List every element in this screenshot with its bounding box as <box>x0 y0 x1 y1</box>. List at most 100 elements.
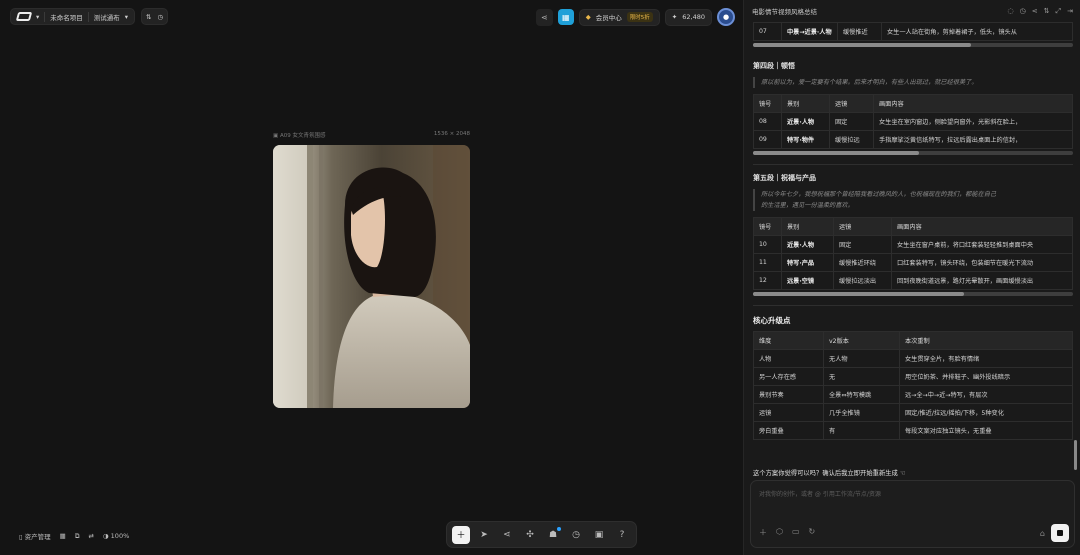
section4-table: 镜号 景别 运镜 画面内容 08 近景·人物 固定 女生坐在室内窗边，侧脸望向窗… <box>753 94 1073 149</box>
vertical-scrollbar[interactable] <box>1074 440 1077 470</box>
sidebar-icon: ▯ <box>19 533 23 541</box>
panel-header: 电影情节视频风格总结 ◌ ◷ ⋖ ⇅ ⤢ ⇥ <box>744 0 1080 22</box>
table-header: 镜号 景别 运镜 画面内容 <box>753 217 1073 236</box>
assistant-question: 这个方案你觉得可以吗？确认后我立即开始重新生成 ☜ <box>753 470 906 477</box>
table-header: 维度 v2版本 本次重制 <box>753 331 1073 350</box>
swap-icon[interactable]: ⇄ <box>88 532 93 540</box>
table-row: 10 近景·人物 固定 女生坐在窗户桌前，将口红套装轻轻推到桌面中央 <box>753 235 1073 254</box>
section5-quote: 所以今年七夕，我想祝福那个曾经陪我看过晚风的人，也祝福现在的我们，都能在自己 的… <box>753 189 1073 211</box>
clock-icon: ◷ <box>572 529 580 540</box>
table-row: 旁白重叠 有 每段文案对应独立镜头，无重叠 <box>753 421 1073 440</box>
puzzle-icon: ✣ <box>526 529 534 540</box>
asset-manager-button[interactable]: ▯ 资产管理 <box>19 531 51 541</box>
top-right-bar: ⋖ ▦ ◆ 会员中心 限时5折 ✦ 62,480 ● <box>535 8 735 26</box>
lock-icon[interactable]: ⌂ <box>1040 529 1045 538</box>
split-icon[interactable]: ⇅ <box>1044 7 1050 16</box>
image-node-size: 1536 × 2048 <box>433 131 470 137</box>
select-tool-button[interactable]: ➤ <box>475 526 493 544</box>
canvas-area[interactable]: ▾ 未命名项目 测试通布 ▾ ⇅ ◷ ⋖ ▦ ◆ 会员中心 限时5折 ✦ 62,… <box>0 0 743 555</box>
credits-button[interactable]: ✦ 62,480 <box>664 8 712 26</box>
stop-icon <box>1057 530 1063 536</box>
pointing-hand-icon: ☜ <box>899 470 906 477</box>
table-row: 12 远景·空镜 缓慢拉远淡出 回到夜晚街道远景，路灯光晕散开，画面缓慢淡出 <box>753 271 1073 290</box>
connect-tool-button[interactable]: ⋖ <box>498 526 516 544</box>
sort-icon[interactable]: ⇅ <box>146 13 151 21</box>
member-center-label: 会员中心 <box>595 14 622 22</box>
image-icon: ▣ <box>594 529 604 540</box>
folder-icon[interactable]: ▭ <box>792 527 800 538</box>
section5-table: 镜号 景别 运镜 画面内容 10 近景·人物 固定 女生坐在窗户桌前，将口红套装… <box>753 217 1073 290</box>
canvas-toolbar: ＋ ➤ ⋖ ✣ ☗ ◷ ▣ ? <box>446 521 637 548</box>
section4-quote: 原以前以为，爱一定要有个结果。后来才明白，有些人出现过，就已经很美了。 <box>753 77 1073 88</box>
add-node-button[interactable]: ＋ <box>452 525 470 544</box>
share-icon: ⋖ <box>503 529 511 540</box>
section3-table: 07 中景→近景·人物 缓慢推近 女生一人站在街角，剪掉着裙子，低头，镜头从 <box>753 22 1073 41</box>
section4-title: 第四段｜顿悟 <box>753 62 795 70</box>
chat-input-placeholder: 对我你的创作，或者 @ 引用工作流/节点/资源 <box>759 491 881 498</box>
chat-messages[interactable]: 07 中景→近景·人物 缓慢推近 女生一人站在街角，剪掉着裙子，低头，镜头从 第… <box>753 22 1073 462</box>
diamond-icon: ◆ <box>585 13 591 21</box>
table-row: 11 特写·产品 缓慢推近环绕 口红套装特写，镜头环绕，包装细节在暖光下流动 <box>753 253 1073 272</box>
apps-button[interactable]: ▦ <box>557 9 574 25</box>
table-row: 人物 无人物 女生贯穿全片，有脸有情绪 <box>753 349 1073 368</box>
collapse-panel-icon[interactable]: ⇥ <box>1067 7 1073 16</box>
share-icon: ⋖ <box>540 12 548 22</box>
help-button[interactable]: ? <box>613 526 631 544</box>
upgrade-section-title: 核心升级点 <box>753 316 791 325</box>
zoom-control[interactable]: ◑ 100% <box>103 532 129 540</box>
table-row: 运镜 几乎全推镜 固定/推近/拉远/摇拍/下移，5种变化 <box>753 403 1073 422</box>
zoom-icon: ◑ <box>102 532 109 540</box>
chevron-down-icon: ▾ <box>124 12 129 21</box>
chat-input[interactable]: 对我你的创作，或者 @ 引用工作流/节点/资源 ＋ ⬡ ▭ ↻ ⌂ <box>750 480 1075 548</box>
chat-panel: 电影情节视频风格总结 ◌ ◷ ⋖ ⇅ ⤢ ⇥ 07 中景→近景·人物 缓慢推近 … <box>743 0 1080 555</box>
horizontal-scrollbar[interactable] <box>753 151 1073 155</box>
member-center-button[interactable]: ◆ 会员中心 限时5折 <box>578 8 660 26</box>
avatar[interactable]: ● <box>717 8 735 26</box>
robot-tool-button[interactable]: ☗ <box>544 526 562 544</box>
robot-icon: ☗ <box>548 529 558 540</box>
refresh-icon[interactable]: ↻ <box>809 527 816 538</box>
help-icon: ? <box>619 529 625 540</box>
chevron-down-icon: ▾ <box>36 12 40 21</box>
image-icon: ▣ <box>273 133 279 139</box>
table-row: 另一人存在感 无 用空位奶茶、并排鞋子、幽外投线暗示 <box>753 367 1073 386</box>
history-tool-button[interactable]: ◷ <box>567 526 585 544</box>
plugin-tool-button[interactable]: ✣ <box>521 526 539 544</box>
clock-icon[interactable]: ◷ <box>157 13 163 21</box>
workflow-name[interactable]: 测试通布 <box>94 12 120 22</box>
credits-count: 62,480 <box>682 13 705 21</box>
expand-icon[interactable]: ⤢ <box>1056 7 1062 16</box>
bottom-left-bar: ▯ 资产管理 ▦ ⧉ ⇄ ◑ 100% <box>19 531 129 542</box>
project-switcher[interactable]: ▾ 未命名项目 测试通布 ▾ <box>10 8 136 25</box>
history-icon[interactable]: ◷ <box>1020 7 1026 16</box>
horizontal-scrollbar[interactable] <box>753 43 1073 47</box>
horizontal-scrollbar[interactable] <box>753 292 1073 296</box>
panel-header-actions: ◌ ◷ ⋖ ⇅ ⤢ ⇥ <box>1008 7 1073 16</box>
member-discount-badge: 限时5折 <box>626 12 653 22</box>
share-button[interactable]: ⋖ <box>535 8 553 26</box>
send-button[interactable] <box>1051 524 1069 542</box>
sparkle-icon: ✦ <box>671 13 678 21</box>
view-toggle[interactable]: ⇅ ◷ <box>141 8 169 25</box>
notification-dot <box>557 526 561 531</box>
panel-title: 电影情节视频风格总结 <box>752 8 817 16</box>
grid-view-icon[interactable]: ▦ <box>60 532 66 540</box>
app-logo-icon <box>15 12 33 21</box>
top-left-bar: ▾ 未命名项目 测试通布 ▾ ⇅ ◷ <box>10 8 169 25</box>
generated-image[interactable] <box>273 145 470 408</box>
image-tool-button[interactable]: ▣ <box>590 526 608 544</box>
plus-icon: ＋ <box>456 531 466 541</box>
layers-icon[interactable]: ⧉ <box>75 532 80 541</box>
table-row: 景别节奏 全景⇔特写模跳 远→全→中→近→特写，有层次 <box>753 385 1073 404</box>
input-actions: ＋ ⬡ ▭ ↻ <box>759 527 815 538</box>
chat-icon[interactable]: ◌ <box>1008 7 1014 16</box>
plus-icon[interactable]: ＋ <box>759 527 767 538</box>
share-icon[interactable]: ⋖ <box>1032 7 1038 16</box>
project-name[interactable]: 未命名项目 <box>50 12 83 22</box>
table-row: 07 中景→近景·人物 缓慢推近 女生一人站在街角，剪掉着裙子，低头，镜头从 <box>753 22 1073 41</box>
cube-icon[interactable]: ⬡ <box>776 527 783 538</box>
portrait-photo <box>273 145 470 408</box>
section5-title: 第五段｜祝福与产品 <box>753 174 816 182</box>
image-node-header[interactable]: ▣ A09 女文青氛围感 1536 × 2048 <box>273 131 470 139</box>
table-header: 镜号 景别 运镜 画面内容 <box>753 94 1073 113</box>
